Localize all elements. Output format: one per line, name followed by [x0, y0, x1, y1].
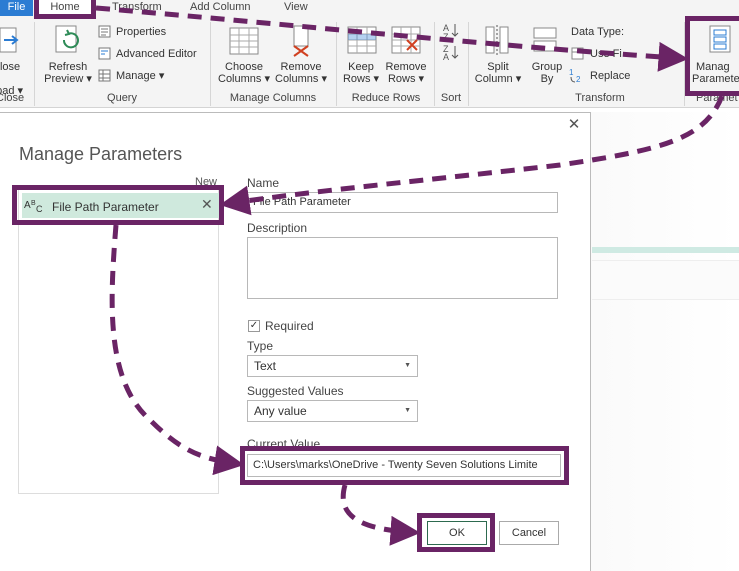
- arrow-current-value-to-ok: [340, 484, 421, 546]
- arrow-item-to-current-value: [109, 224, 245, 476]
- annotation-arrows: [95, 5, 725, 546]
- arrow-home-to-parameters: [95, 5, 689, 72]
- arrow-parameters-to-item: [219, 95, 725, 216]
- screenshot-root: File Home Transform Add Column View Clos…: [0, 0, 739, 571]
